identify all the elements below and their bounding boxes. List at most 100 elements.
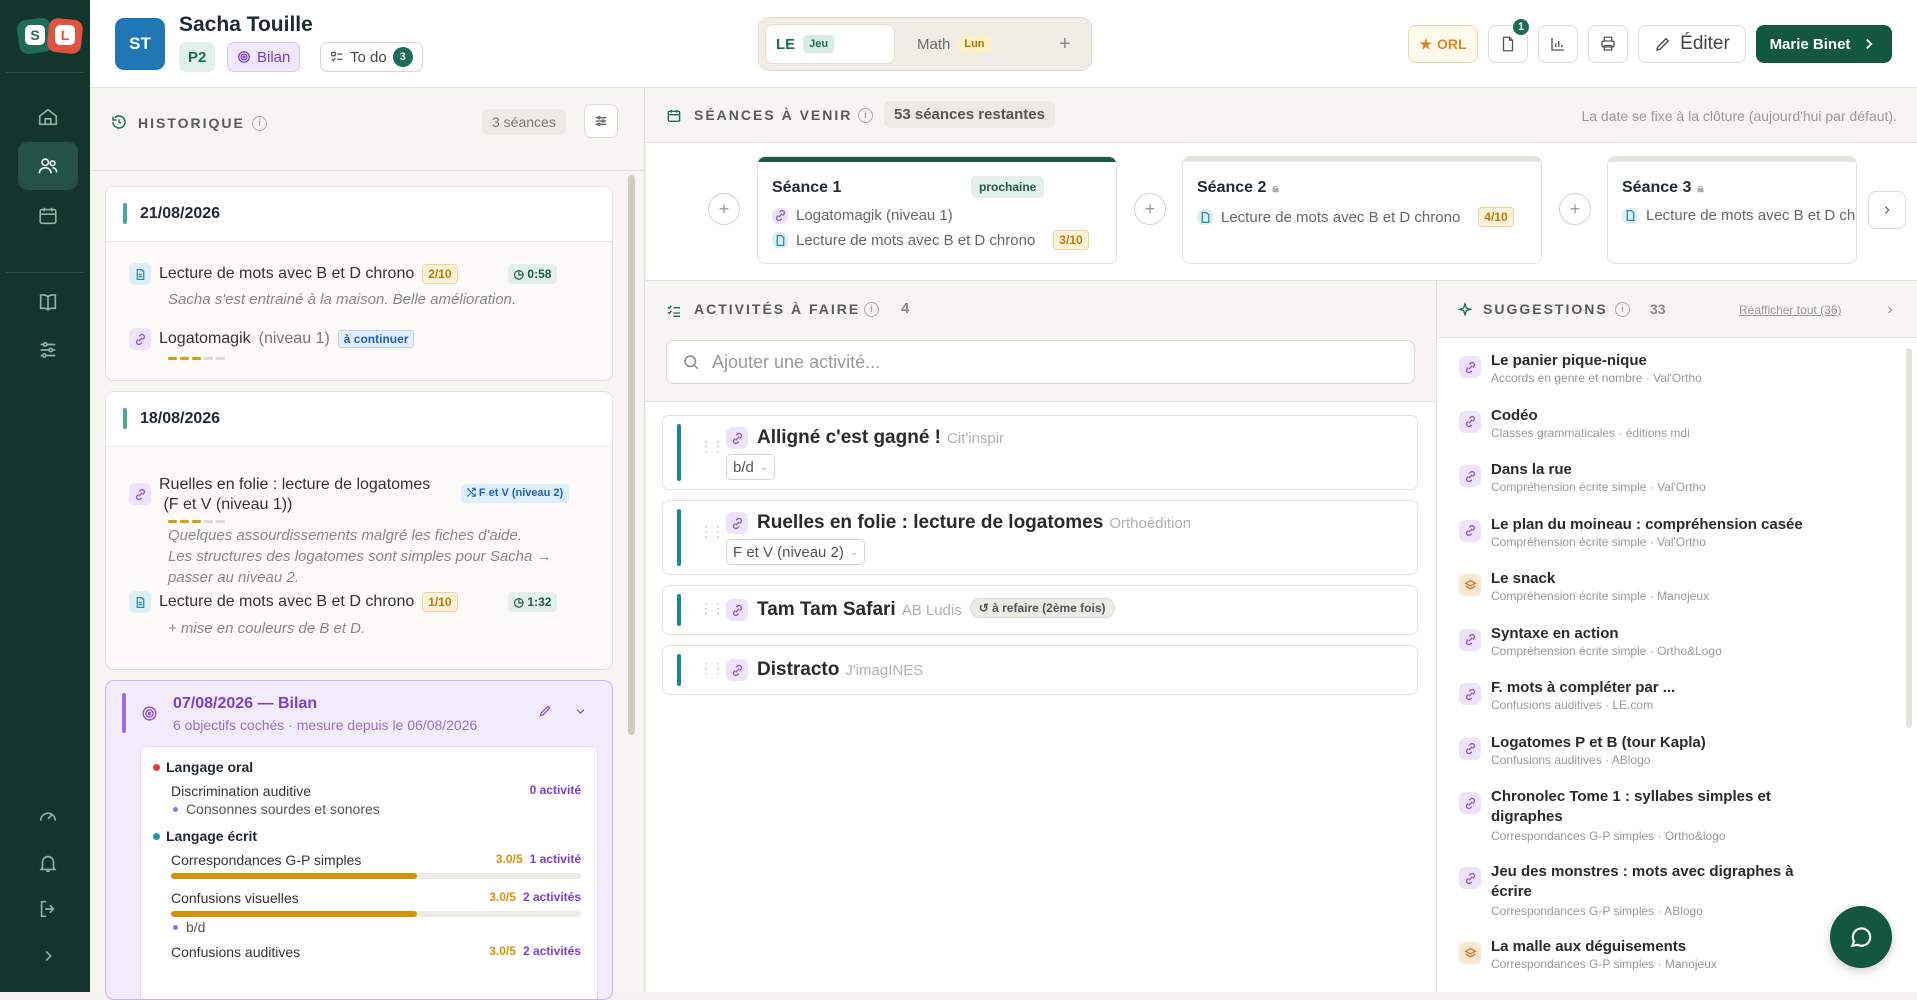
add-activity-search[interactable]: Ajouter une activité... xyxy=(666,340,1415,384)
date-hint: La date se fixe à la clôture (aujourd'hu… xyxy=(1581,108,1897,124)
objective-detail: Consonnes sourdes et sonores xyxy=(171,801,380,817)
session-date: 21/08/2026 xyxy=(140,205,221,222)
session-title: Séance 2 xyxy=(1197,179,1267,196)
filter-button[interactable] xyxy=(584,104,618,138)
stats-button[interactable] xyxy=(1538,25,1578,63)
print-button[interactable] xyxy=(1588,25,1628,63)
chevron-right-icon[interactable] xyxy=(1884,304,1896,316)
variant-select[interactable]: b/d ⌄ xyxy=(726,454,776,480)
gauge-icon[interactable] xyxy=(18,792,78,840)
todo-activity-row[interactable]: ⋮⋮ Tam Tam Safari AB Ludis ↺ à refaire (2è… xyxy=(662,585,1418,635)
history-session-card: 21/08/2026 Lecture de mots avec B et D c… xyxy=(105,186,613,381)
target-icon xyxy=(142,706,157,721)
session-card[interactable]: Séance 1 prochaine Logatomagik (niveau 1… xyxy=(757,156,1117,264)
book-icon[interactable] xyxy=(18,278,78,326)
suggestion-meta: Compréhension écrite simple · Manojeux xyxy=(1491,589,1710,603)
pencil-icon xyxy=(1656,37,1670,51)
todo-activity-row[interactable]: ⋮⋮ Alligné c'est gagné ! Cit'inspir b/d ⌄ xyxy=(662,415,1418,490)
history-activity[interactable]: Ruelles en folie : lecture de logatomes … xyxy=(129,475,570,515)
info-icon[interactable]: i xyxy=(1615,302,1630,317)
suggestion-meta: Confusions auditives · LE.com xyxy=(1491,698,1654,712)
tab-label: Math xyxy=(917,35,951,53)
todo-activity-row[interactable]: ⋮⋮ Distracto J'imagINES xyxy=(662,645,1418,695)
activity-time: ◷ 0:58 xyxy=(507,264,558,284)
tab-math[interactable]: Math Lun xyxy=(907,24,1001,64)
game-icon xyxy=(1459,792,1481,814)
game-icon xyxy=(726,659,748,681)
session-activity: Lecture de mots avec B et D chrono 3/10 xyxy=(772,230,1089,250)
history-scrollbar[interactable] xyxy=(628,175,635,735)
suggestion-title: Logatomes P et B (tour Kapla) xyxy=(1491,733,1706,751)
session-activity: Logatomagik (niveau 1) xyxy=(772,207,953,224)
todo-label: To do xyxy=(350,48,387,66)
add-session-button[interactable]: + xyxy=(708,193,740,225)
todo-list: ⋮⋮ Alligné c'est gagné ! Cit'inspir b/d ⌄ … xyxy=(646,401,1436,992)
sparkle-icon xyxy=(1457,302,1473,317)
activity-name: Logatomagik xyxy=(159,330,251,347)
progress-bar xyxy=(168,357,225,360)
activity-note: Quelques assourdissements malgré les fic… xyxy=(168,527,552,586)
user-menu-button[interactable]: Marie Binet xyxy=(1756,25,1892,63)
session-card[interactable]: Séance 3 🔒︎ Lecture de mots avec B et D c… xyxy=(1607,156,1857,264)
game-icon xyxy=(129,328,151,350)
filter-icon xyxy=(595,115,607,127)
drag-handle-icon[interactable]: ⋮⋮ xyxy=(699,523,725,540)
session-card[interactable]: Séance 2 🔒︎ Lecture de mots avec B et D c… xyxy=(1182,156,1542,264)
objective-item[interactable]: Discrimination auditive 0 activité xyxy=(171,783,581,799)
calendar-icon[interactable] xyxy=(18,192,78,240)
chat-button[interactable] xyxy=(1830,906,1892,968)
game-icon xyxy=(726,599,748,621)
session-count: 3 séances xyxy=(482,109,566,135)
settings-sliders-icon[interactable] xyxy=(18,326,78,374)
add-session-button[interactable]: + xyxy=(1134,193,1166,225)
activity-note: Sacha s'est entrainé à la maison. Belle … xyxy=(168,291,517,308)
show-all-link[interactable]: Réafficher tout (36) xyxy=(1739,303,1842,317)
pencil-icon[interactable] xyxy=(538,703,553,718)
app-logo[interactable]: SL xyxy=(14,16,84,56)
todo-activity-row[interactable]: ⋮⋮ Ruelles en folie : lecture de logatom… xyxy=(662,500,1418,575)
objective-item[interactable]: Confusions visuelles 3.0/5 2 activités xyxy=(171,890,581,906)
drag-handle-icon[interactable]: ⋮⋮ xyxy=(699,660,725,677)
variant-select[interactable]: F et V (niveau 2) ⌄ xyxy=(726,539,866,565)
info-icon[interactable]: i xyxy=(252,116,267,131)
home-icon[interactable] xyxy=(18,93,78,141)
chevron-down-icon[interactable] xyxy=(574,705,587,718)
patients-icon[interactable] xyxy=(18,142,78,190)
activity-level: (niveau 1) xyxy=(258,330,330,347)
suggestions-panel: SUGGESTIONS i 33 Réafficher tout (36) Le… xyxy=(1436,281,1917,992)
objective-score: 3.0/5 xyxy=(489,890,516,904)
history-activity[interactable]: Logatomagik (niveau 1) à continuer xyxy=(129,328,415,350)
edit-button[interactable]: Éditer xyxy=(1638,25,1746,63)
variant-tag: ⤭ F et V (niveau 2) xyxy=(461,484,570,503)
tab-day-badge: Lun xyxy=(958,35,991,53)
tab-le[interactable]: LE Jeu xyxy=(765,24,895,64)
objective-item[interactable]: Correspondances G-P simples 3.0/5 1 activi… xyxy=(171,852,581,868)
add-tab-button[interactable]: + xyxy=(1059,33,1071,56)
add-session-button[interactable]: + xyxy=(1559,193,1591,225)
drag-handle-icon[interactable]: ⋮⋮ xyxy=(699,600,725,617)
next-sessions-button[interactable] xyxy=(1868,191,1906,229)
remaining-sessions: 53 séances restantes xyxy=(884,101,1055,128)
history-header: HISTORIQUE i 3 séances xyxy=(90,88,645,171)
todo-chip[interactable]: To do 3 xyxy=(320,42,423,72)
bilan-chip[interactable]: Bilan xyxy=(227,42,301,72)
suggestion-title: Dans la rue xyxy=(1491,461,1572,478)
drag-handle-icon[interactable]: ⋮⋮ xyxy=(699,438,725,455)
history-activity[interactable]: Lecture de mots avec B et D chrono 1/10 … xyxy=(129,591,558,613)
patient-name: Sacha Touille xyxy=(179,13,313,36)
bell-icon[interactable] xyxy=(18,839,78,887)
activity-name: Ruelles en folie : lecture de logatomes … xyxy=(159,476,431,513)
activity-score: 2/10 xyxy=(422,264,458,284)
info-icon[interactable]: i xyxy=(864,302,879,317)
logout-icon[interactable] xyxy=(18,885,78,933)
suggestion-title: Syntaxe en action xyxy=(1491,624,1619,642)
history-title: HISTORIQUE xyxy=(138,115,245,131)
expand-rail-icon[interactable] xyxy=(18,932,78,980)
orl-button[interactable]: ★ ORL xyxy=(1408,25,1478,63)
suggestion-meta: Compréhension écrite simple · Ortho&Logo xyxy=(1491,643,1722,658)
activity-score: 1/10 xyxy=(422,592,458,612)
history-activity[interactable]: Lecture de mots avec B et D chrono 2/10 … xyxy=(129,263,558,285)
info-icon[interactable]: i xyxy=(858,108,873,123)
suggestions-scrollbar[interactable] xyxy=(1906,348,1912,728)
objective-item[interactable]: Confusions auditives 3.0/5 2 activités xyxy=(171,944,581,960)
